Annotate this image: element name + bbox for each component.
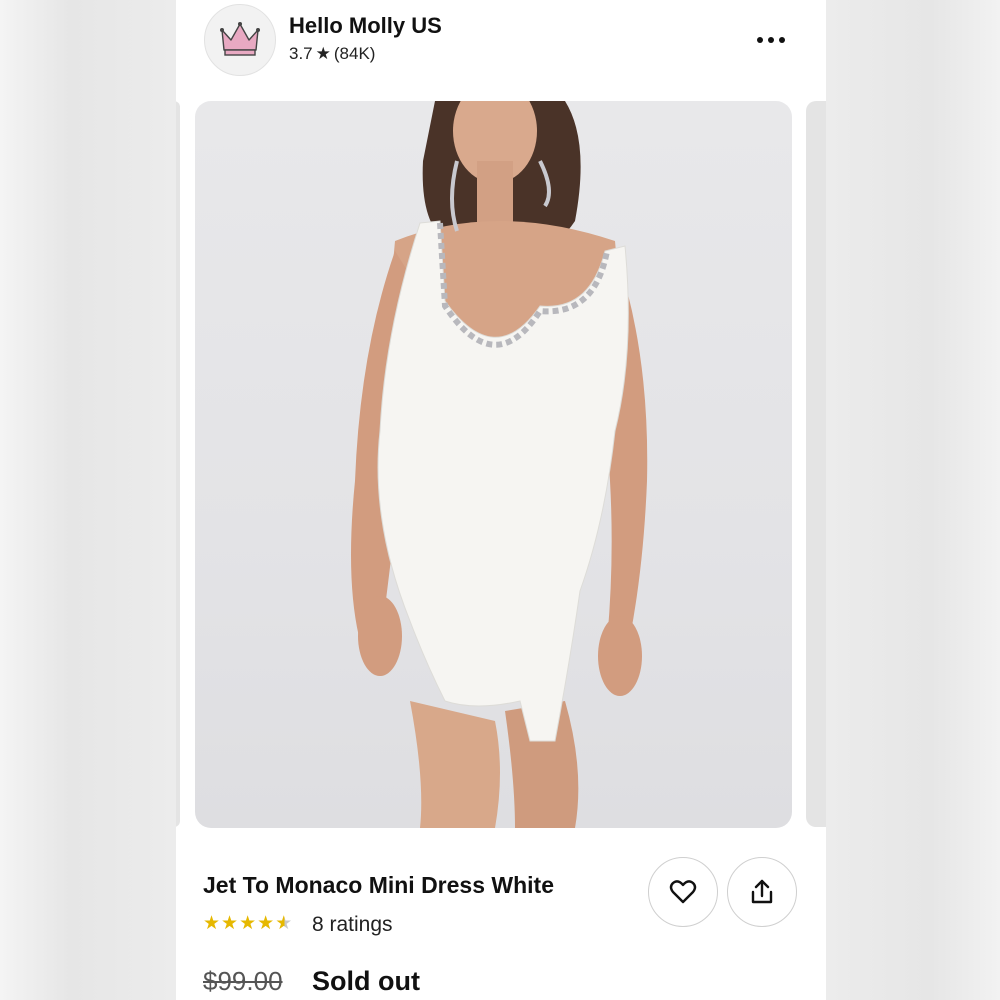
dress-illustration: [351, 101, 648, 828]
sold-out-label: Sold out: [312, 966, 420, 996]
share-icon: [751, 879, 773, 904]
carousel-prev-peek[interactable]: [176, 101, 180, 827]
star-icon: ★: [203, 913, 221, 934]
rating-stars: ★ ★ ★ ★ ★: [203, 913, 292, 935]
shop-avatar[interactable]: [204, 4, 276, 76]
product-title[interactable]: Jet To Monaco Mini Dress White: [203, 872, 554, 899]
shop-review-count: (84K): [333, 44, 376, 63]
star-icon: ★: [239, 913, 257, 934]
product-image[interactable]: [195, 101, 792, 828]
carousel-next-peek[interactable]: [806, 101, 826, 827]
background-right: [826, 0, 1000, 1000]
background-left: [0, 0, 176, 1000]
star-half-icon: ★: [275, 913, 293, 934]
star-icon: ★: [257, 913, 275, 934]
original-price: $99.00: [203, 966, 283, 996]
crown-icon: [220, 22, 260, 56]
star-icon: ★: [315, 44, 331, 63]
shop-rating-value: 3.7: [289, 44, 313, 63]
favorite-button[interactable]: [648, 857, 718, 927]
listing-panel: Hello Molly US 3.7 ★ (84K) Jet To Monaco…: [176, 0, 826, 1000]
shop-rating: 3.7 ★ (84K): [289, 44, 375, 64]
more-dots-icon: [757, 37, 763, 43]
ratings-count[interactable]: 8 ratings: [312, 913, 393, 937]
heart-icon: [669, 880, 697, 904]
star-icon: ★: [221, 913, 239, 934]
share-button[interactable]: [727, 857, 797, 927]
more-options-button[interactable]: [746, 22, 796, 58]
shop-name[interactable]: Hello Molly US: [289, 13, 442, 39]
